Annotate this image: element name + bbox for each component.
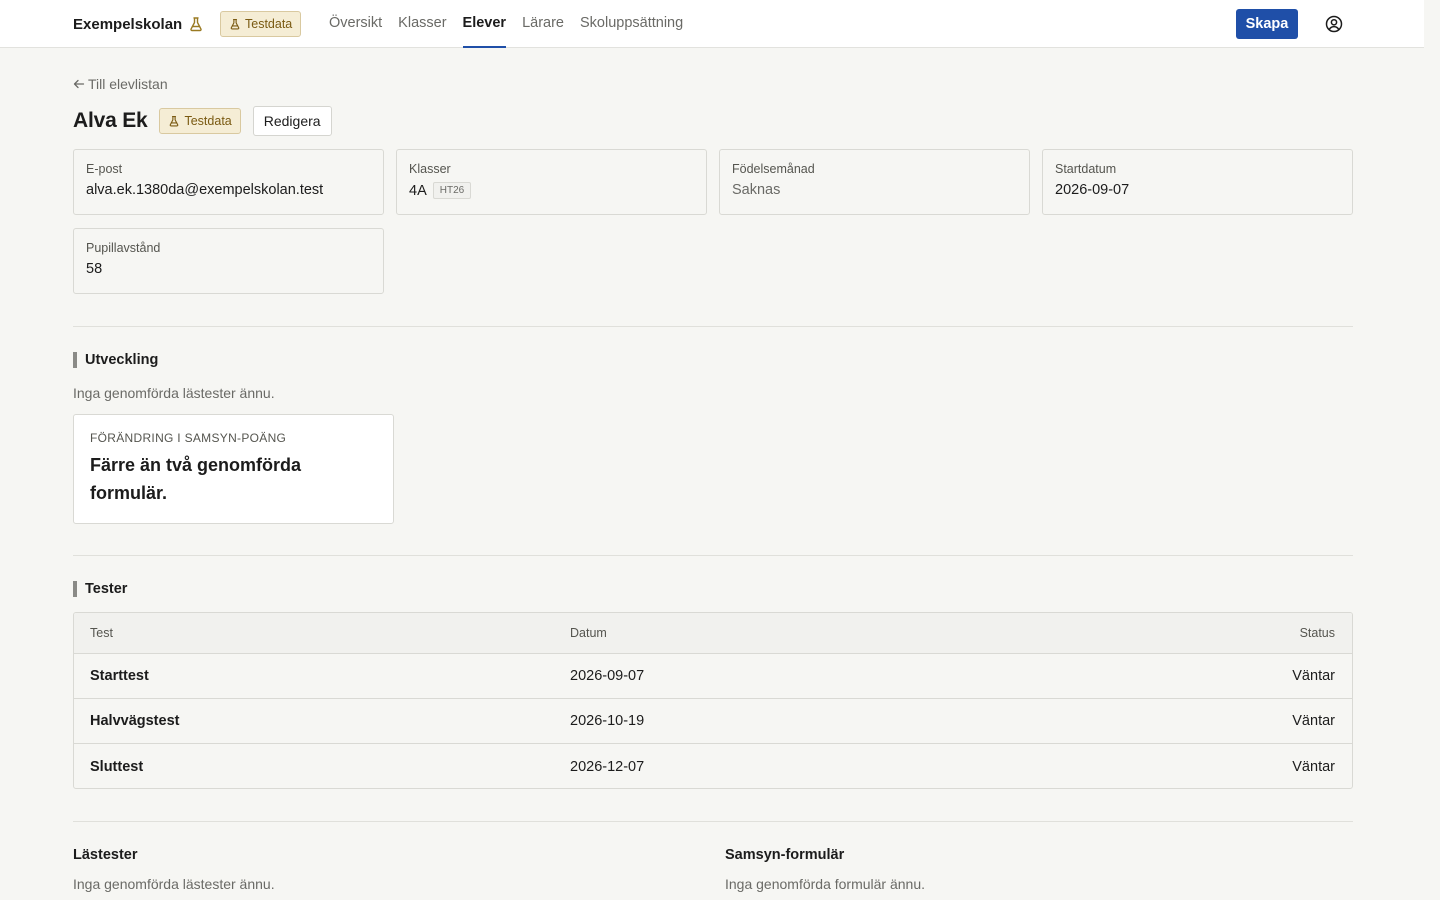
testdata-badge: Testdata bbox=[220, 11, 302, 37]
email-label: E-post bbox=[86, 162, 123, 176]
email-value: alva.ek.1380da@exempelskolan.test bbox=[86, 182, 324, 198]
divider bbox=[73, 555, 1353, 556]
table-row[interactable]: Sluttest 2026-12-07 Väntar bbox=[74, 744, 1352, 788]
nav-item-klasser[interactable]: Klasser bbox=[398, 0, 446, 48]
table-row[interactable]: Starttest 2026-09-07 Väntar bbox=[74, 654, 1352, 699]
development-heading: Utveckling bbox=[73, 352, 158, 368]
nav-item-skoluppsattning[interactable]: Skoluppsättning bbox=[580, 0, 683, 48]
development-empty-text: Inga genomförda lästester ännu. bbox=[73, 385, 275, 401]
back-link-label: Till elevlistan bbox=[88, 76, 168, 92]
test-status: Väntar bbox=[1292, 713, 1335, 729]
column-header-date: Datum bbox=[570, 626, 607, 640]
back-to-student-list-link[interactable]: Till elevlistan bbox=[73, 76, 168, 92]
testdata-badge: Testdata bbox=[159, 108, 241, 134]
test-name: Starttest bbox=[90, 668, 149, 684]
section-accent-bar bbox=[73, 581, 77, 597]
test-date: 2026-12-07 bbox=[570, 758, 645, 775]
section-accent-bar bbox=[73, 352, 77, 368]
tests-heading: Tester bbox=[73, 581, 127, 597]
birth-month-card: Födelsemånad Saknas bbox=[719, 149, 1030, 215]
page-title: Alva Ek bbox=[73, 109, 148, 132]
nav-item-elever[interactable]: Elever bbox=[462, 0, 507, 48]
test-status: Väntar bbox=[1292, 668, 1335, 684]
main-nav: Översikt Klasser Elever Lärare Skoluppsä… bbox=[329, 0, 683, 48]
pupil-distance-value: 58 bbox=[86, 261, 103, 277]
column-header-test: Test bbox=[90, 626, 113, 640]
classes-label: Klasser bbox=[409, 162, 451, 176]
reading-tests-empty-text: Inga genomförda lästester ännu. bbox=[73, 876, 275, 892]
samsyn-forms-heading: Samsyn-formulär bbox=[725, 847, 845, 863]
edit-button[interactable]: Redigera bbox=[252, 106, 332, 136]
table-row[interactable]: Halvvägstest 2026-10-19 Väntar bbox=[74, 699, 1352, 744]
start-date-value: 2026-09-07 bbox=[1055, 182, 1130, 198]
column-header-status: Status bbox=[1299, 626, 1335, 640]
email-card: E-post alva.ek.1380da@exempelskolan.test bbox=[73, 149, 384, 215]
title-row: Alva Ek Testdata Redigera bbox=[73, 106, 332, 136]
test-name: Halvvägstest bbox=[90, 713, 180, 729]
flask-icon bbox=[230, 18, 240, 30]
create-button[interactable]: Skapa bbox=[1236, 9, 1298, 39]
change-card-value: Färre än två genomförda formulär. bbox=[90, 455, 302, 503]
test-name: Sluttest bbox=[90, 758, 144, 775]
pupil-distance-label: Pupillavstånd bbox=[86, 241, 161, 255]
test-date: 2026-09-07 bbox=[570, 668, 645, 684]
top-bar: Exempelskolan Testdata Översikt Klasser … bbox=[0, 0, 1424, 48]
classes-value-row: 4A HT26 bbox=[409, 182, 694, 199]
birth-month-value: Saknas bbox=[732, 182, 781, 198]
birth-month-label: Födelsemånad bbox=[732, 162, 815, 176]
flask-icon bbox=[190, 17, 202, 32]
brand-name: Exempelskolan bbox=[73, 15, 183, 33]
change-card-label: Förändring i Samsyn-poäng bbox=[90, 431, 287, 445]
start-date-label: Startdatum bbox=[1055, 162, 1117, 176]
test-status: Väntar bbox=[1292, 758, 1335, 775]
term-tag: HT26 bbox=[432, 182, 472, 199]
reading-tests-heading: Lästester bbox=[73, 847, 138, 863]
test-date: 2026-10-19 bbox=[570, 713, 645, 729]
samsyn-forms-empty-text: Inga genomförda formulär ännu. bbox=[725, 876, 926, 892]
divider bbox=[73, 326, 1353, 327]
nav-item-oversikt[interactable]: Översikt bbox=[329, 0, 382, 48]
tests-table: Test Datum Status Starttest 2026-09-07 V… bbox=[73, 612, 1353, 789]
testdata-badge-label: Testdata bbox=[184, 114, 232, 128]
classes-card: Klasser 4A HT26 bbox=[396, 149, 707, 215]
class-name[interactable]: 4A bbox=[409, 183, 427, 199]
flask-icon bbox=[170, 115, 179, 127]
tests-heading-label: Tester bbox=[85, 581, 128, 597]
user-account-icon[interactable] bbox=[1325, 15, 1343, 33]
pupil-distance-card: Pupillavstånd 58 bbox=[73, 228, 384, 294]
nav-item-larare[interactable]: Lärare bbox=[522, 0, 564, 48]
brand[interactable]: Exempelskolan bbox=[73, 14, 204, 34]
development-heading-label: Utveckling bbox=[85, 352, 159, 368]
table-header: Test Datum Status bbox=[74, 613, 1352, 654]
samsyn-change-card: Förändring i Samsyn-poäng Färre än två g… bbox=[73, 414, 394, 524]
testdata-badge-label: Testdata bbox=[245, 17, 293, 31]
start-date-card: Startdatum 2026-09-07 bbox=[1042, 149, 1353, 215]
divider bbox=[73, 821, 1353, 822]
arrow-left-icon bbox=[73, 79, 85, 89]
